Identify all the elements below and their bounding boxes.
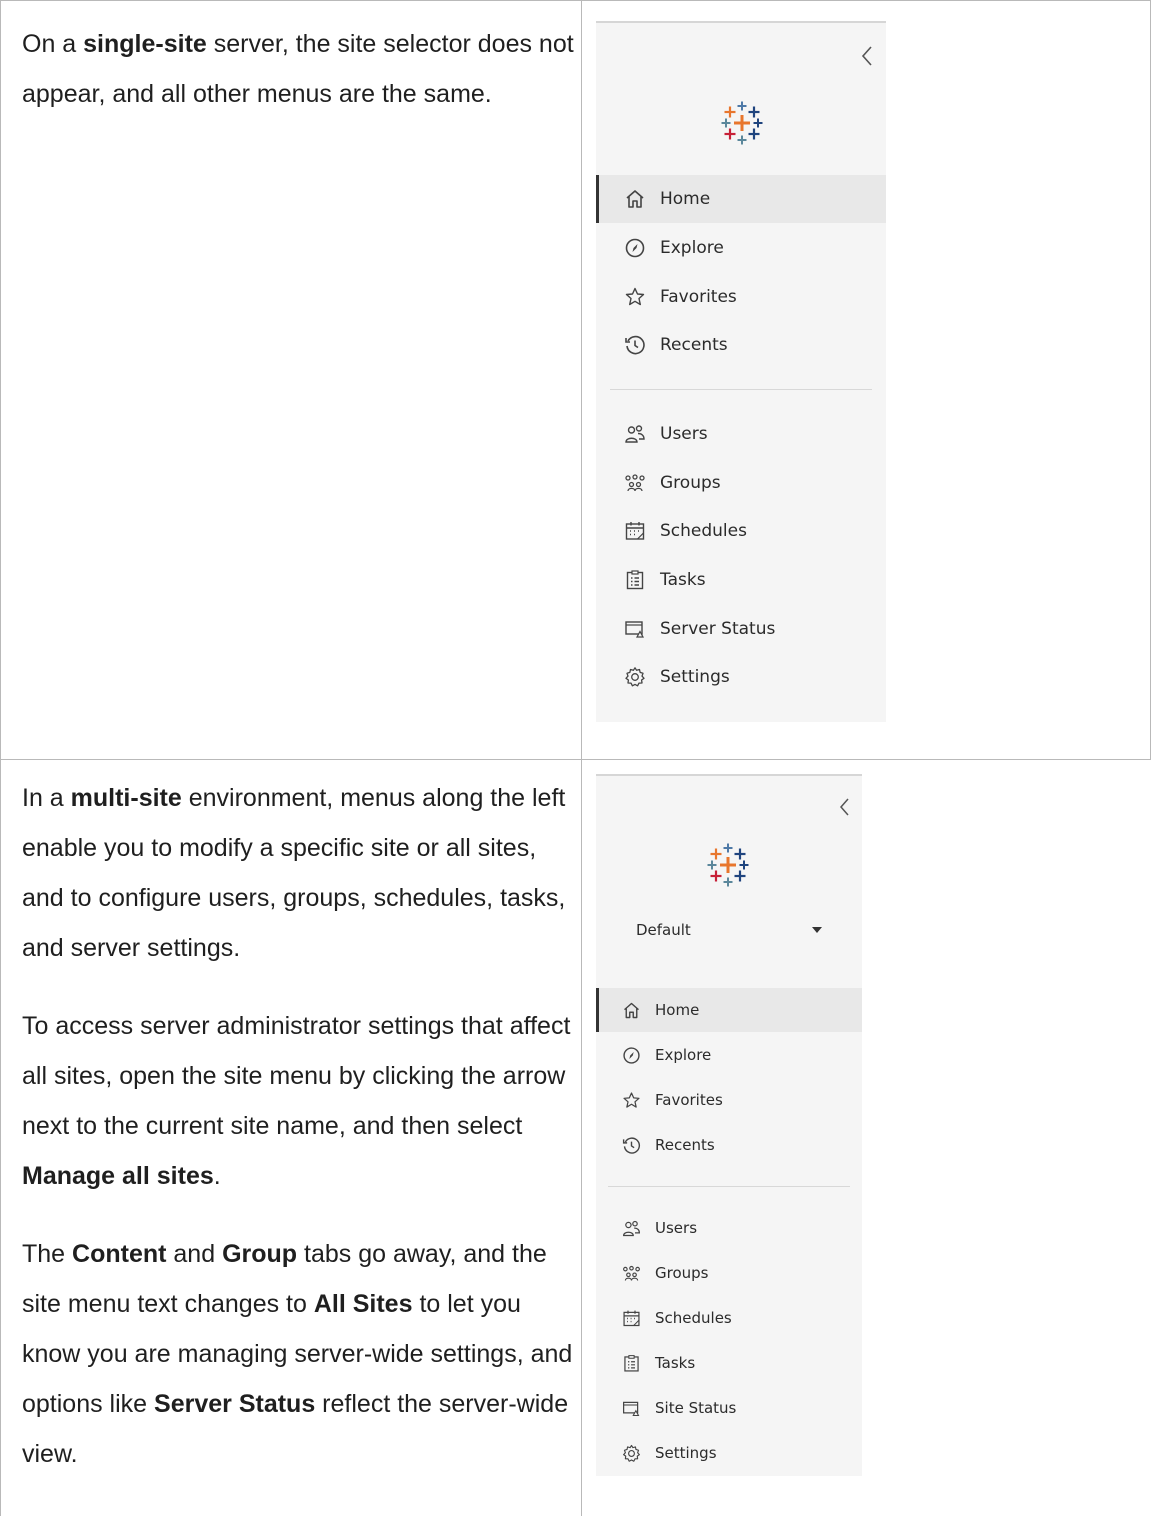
gear-icon: [623, 665, 647, 689]
calendar-icon: [623, 519, 647, 543]
row2-paragraph-3: The Content and Group tabs go away, and …: [22, 1229, 574, 1479]
nav-item-favorites[interactable]: Favorites: [596, 273, 886, 321]
site-selector[interactable]: Default: [636, 918, 822, 942]
nav-item-server-status[interactable]: Server Status: [596, 605, 886, 653]
compass-icon: [621, 1045, 642, 1066]
tableau-logo: [718, 98, 766, 152]
nav-item-label: Server Status: [660, 619, 776, 639]
row2-description: In a multi-site environment, menus along…: [22, 773, 574, 1507]
sidebar-multi-site: Default Home Explore Favorites Recents U…: [596, 774, 862, 1476]
bold-term: Group: [222, 1240, 298, 1268]
nav-item-users[interactable]: Users: [596, 1206, 862, 1250]
caret-down-icon[interactable]: [812, 927, 822, 933]
bold-term: Content: [72, 1240, 167, 1268]
nav-item-site-status[interactable]: Site Status: [596, 1386, 862, 1430]
chevron-left-icon: [840, 798, 849, 816]
nav-item-home[interactable]: Home: [596, 175, 886, 223]
bold-term: multi-site: [70, 784, 182, 812]
nav-item-home[interactable]: Home: [596, 988, 862, 1032]
nav-item-settings[interactable]: Settings: [596, 653, 886, 701]
nav-item-tasks[interactable]: Tasks: [596, 1341, 862, 1385]
row2-paragraph-2: To access server administrator settings …: [22, 1001, 574, 1201]
row1-description: On a single-site server, the site select…: [22, 19, 574, 147]
nav-item-label: Schedules: [660, 521, 747, 541]
nav-item-label: Site Status: [655, 1399, 737, 1417]
nav-item-explore[interactable]: Explore: [596, 1033, 862, 1077]
nav-item-schedules[interactable]: Schedules: [596, 1296, 862, 1340]
tasks-icon: [623, 568, 647, 592]
bold-term: single-site: [83, 30, 207, 58]
nav-item-settings[interactable]: Settings: [596, 1431, 862, 1475]
text-run: and: [166, 1240, 223, 1268]
nav-item-label: Explore: [660, 238, 724, 258]
nav-item-label: Favorites: [660, 287, 737, 307]
nav-item-label: Settings: [655, 1444, 717, 1462]
nav-item-label: Tasks: [660, 570, 706, 590]
groups-icon: [623, 471, 647, 495]
nav-item-favorites[interactable]: Favorites: [596, 1078, 862, 1122]
nav-item-users[interactable]: Users: [596, 410, 886, 458]
users-icon: [621, 1218, 642, 1239]
tasks-icon: [621, 1353, 642, 1374]
history-icon: [623, 333, 647, 357]
home-icon: [621, 1000, 642, 1021]
nav-item-groups[interactable]: Groups: [596, 459, 886, 507]
nav-item-label: Groups: [655, 1264, 709, 1282]
site-selector-value: Default: [636, 921, 691, 939]
nav-item-label: Recents: [660, 335, 728, 355]
star-icon: [621, 1090, 642, 1111]
nav-item-label: Home: [655, 1001, 700, 1019]
text-run: On a: [22, 30, 84, 58]
text-run: .: [213, 1162, 221, 1190]
compass-icon: [623, 236, 647, 260]
nav-divider: [608, 1186, 850, 1187]
text-run: The: [22, 1240, 73, 1268]
groups-icon: [621, 1263, 642, 1284]
collapse-sidebar-button[interactable]: [858, 45, 876, 67]
nav-item-explore[interactable]: Explore: [596, 224, 886, 272]
row1-paragraph: On a single-site server, the site select…: [22, 19, 574, 119]
table-left-border: [0, 0, 1, 1516]
nav-item-label: Users: [660, 424, 708, 444]
text-run: In a: [22, 784, 71, 812]
star-icon: [623, 285, 647, 309]
table-top-border: [0, 0, 1151, 1]
nav-item-label: Settings: [660, 667, 730, 687]
row2-paragraph-1: In a multi-site environment, menus along…: [22, 773, 574, 973]
nav-item-label: Groups: [660, 473, 721, 493]
nav-item-label: Tasks: [655, 1354, 696, 1372]
nav-item-label: Users: [655, 1219, 698, 1237]
nav-item-recents[interactable]: Recents: [596, 321, 886, 369]
nav-item-schedules[interactable]: Schedules: [596, 507, 886, 555]
home-icon: [623, 187, 647, 211]
collapse-sidebar-button[interactable]: [836, 796, 854, 818]
nav-item-label: Recents: [655, 1136, 715, 1154]
calendar-icon: [621, 1308, 642, 1329]
nav-item-groups[interactable]: Groups: [596, 1251, 862, 1295]
sidebar-single-site: Home Explore Favorites Recents Users Gro…: [596, 21, 886, 722]
history-icon: [621, 1135, 642, 1156]
users-icon: [623, 422, 647, 446]
tableau-logo: [704, 840, 752, 894]
nav-item-recents[interactable]: Recents: [596, 1123, 862, 1167]
text-run: To access server administrator settings …: [22, 1012, 571, 1140]
gear-icon: [621, 1443, 642, 1464]
nav-item-tasks[interactable]: Tasks: [596, 556, 886, 604]
table-row-divider: [0, 759, 1151, 760]
nav-item-label: Favorites: [655, 1091, 723, 1109]
nav-item-label: Schedules: [655, 1309, 732, 1327]
nav-item-label: Explore: [655, 1046, 712, 1064]
table-column-divider: [581, 0, 582, 1516]
bold-term: Server Status: [154, 1390, 316, 1418]
nav-divider: [610, 389, 872, 390]
server-status-icon: [621, 1398, 642, 1419]
nav-item-label: Home: [660, 189, 711, 209]
server-status-icon: [623, 617, 647, 641]
bold-term: All Sites: [313, 1290, 413, 1318]
bold-term: Manage all sites: [22, 1162, 214, 1190]
chevron-left-icon: [861, 46, 872, 66]
